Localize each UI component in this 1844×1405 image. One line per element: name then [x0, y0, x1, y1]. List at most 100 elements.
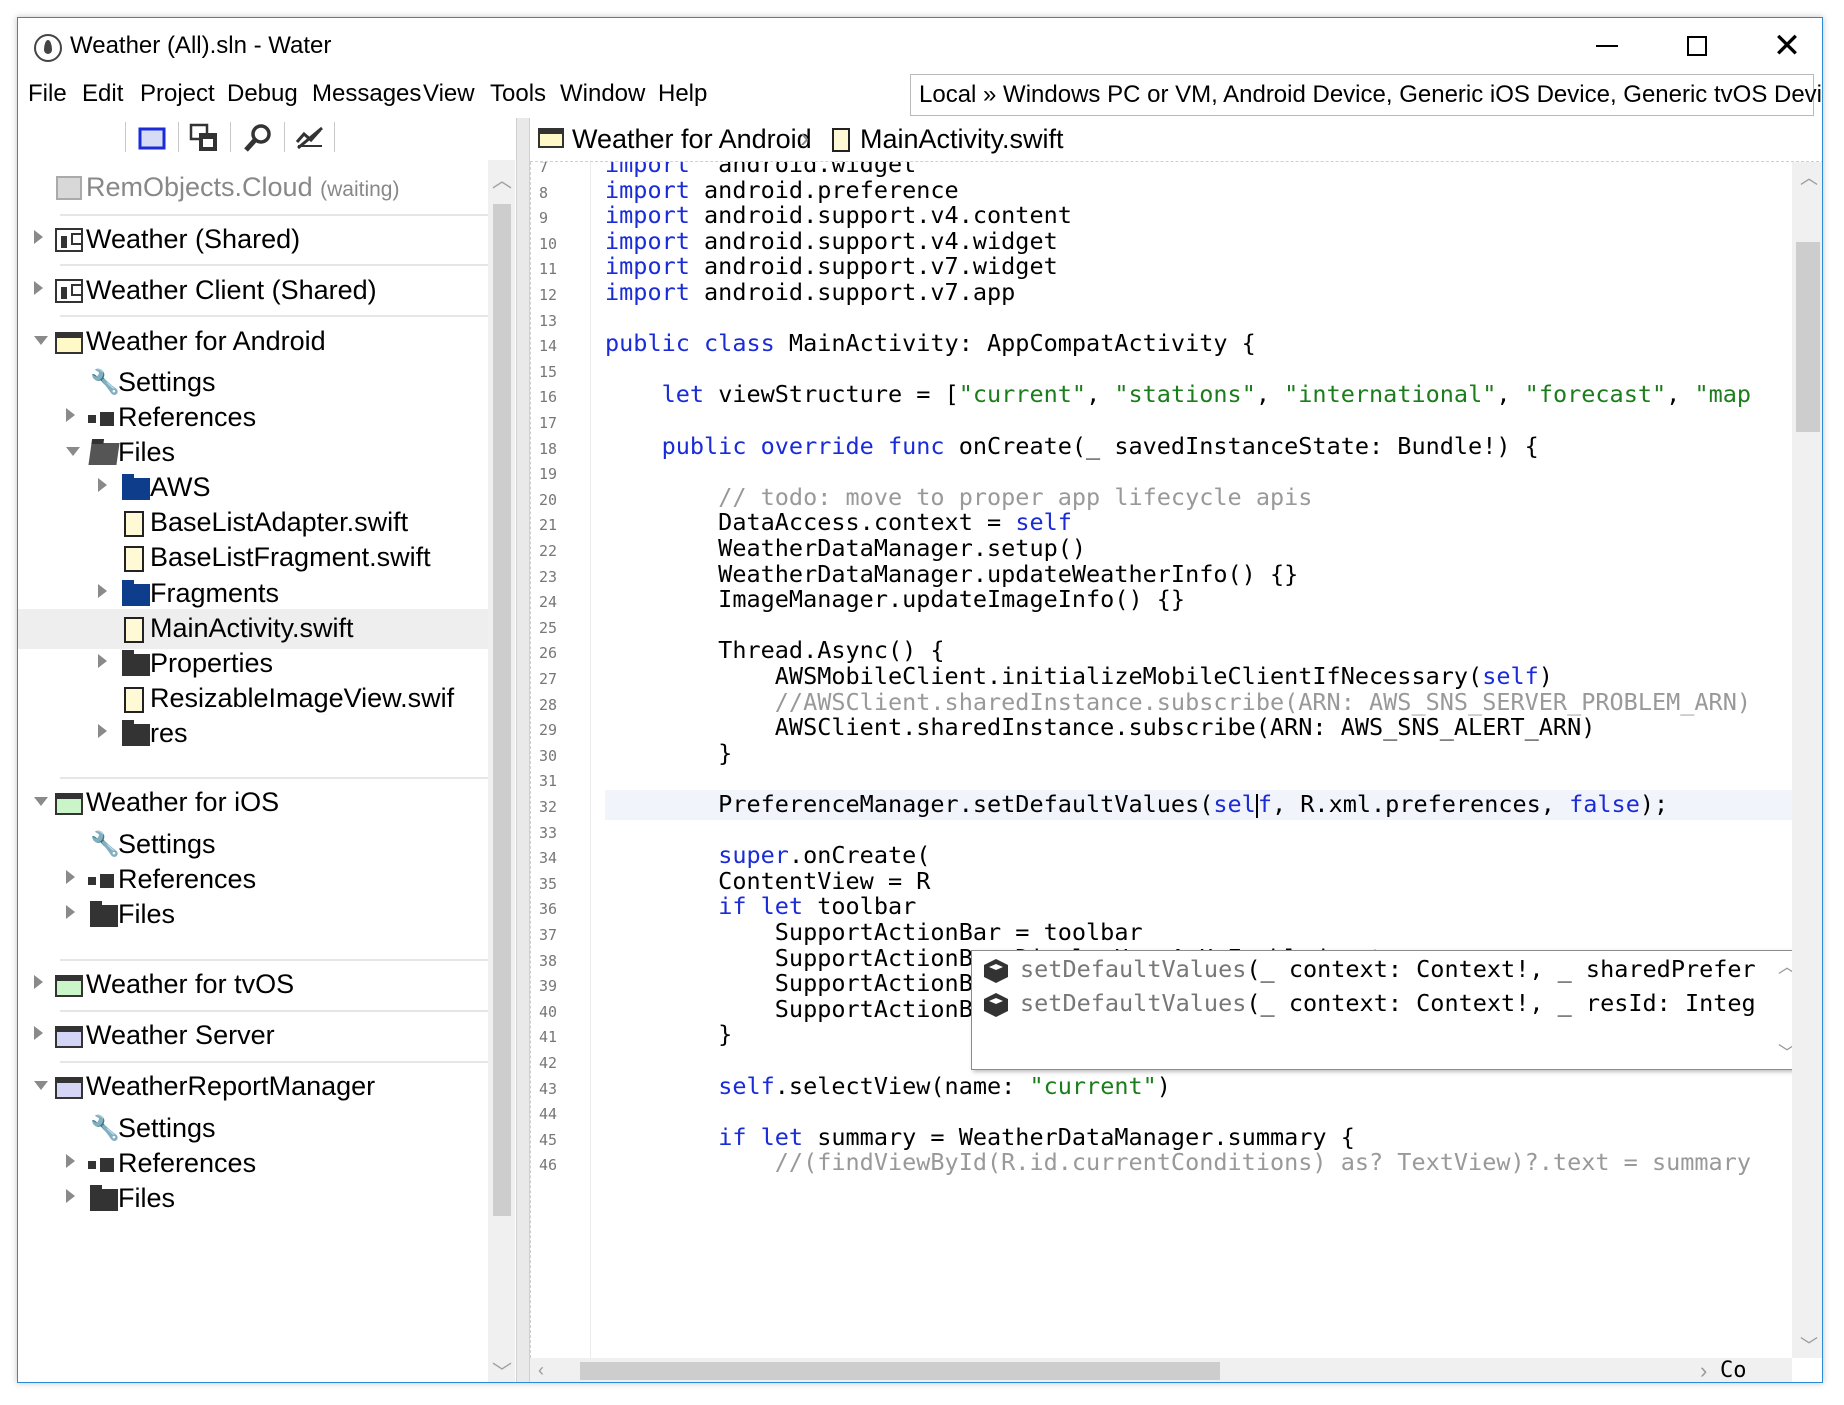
expand-arrow-icon[interactable]: [66, 870, 75, 884]
menu-tools[interactable]: Tools: [490, 80, 546, 108]
line-number: 19: [539, 465, 558, 484]
scroll-left-icon[interactable]: ‹: [538, 1360, 544, 1381]
tree-item-res[interactable]: res: [18, 714, 490, 754]
expand-arrow-icon[interactable]: [98, 654, 107, 668]
tree-item-file[interactable]: ResizableImageView.swif: [18, 679, 490, 719]
tree-separator: [60, 777, 488, 779]
code-line[interactable]: //(findViewById(R.id.currentConditions) …: [605, 1148, 1805, 1178]
tree-item-aws[interactable]: AWS: [18, 468, 490, 508]
tree-item-settings[interactable]: 🔧 Settings: [18, 363, 490, 403]
tree-item-properties[interactable]: Properties: [18, 644, 490, 684]
tree-item-file[interactable]: BaseListAdapter.swift: [18, 503, 490, 543]
minimize-button[interactable]: [1562, 18, 1652, 74]
tree-item-weather-shared[interactable]: Weather (Shared): [18, 220, 490, 260]
expand-arrow-icon[interactable]: [66, 905, 75, 919]
tree-item-references[interactable]: References: [18, 1144, 490, 1184]
truncated-status-text: Co: [1720, 1358, 1747, 1383]
menu-messages[interactable]: Messages: [312, 80, 421, 108]
menu-window[interactable]: Window: [560, 80, 645, 108]
editor-hscroll-thumb[interactable]: [580, 1362, 1220, 1380]
editor-scroll-thumb[interactable]: [1796, 242, 1820, 432]
toolbar-separator: [125, 122, 126, 152]
menu-file[interactable]: File: [28, 80, 67, 108]
folder-icon: [122, 580, 150, 606]
breadcrumb-file[interactable]: MainActivity.swift: [860, 124, 1064, 155]
sidebar-scroll-thumb[interactable]: [493, 204, 511, 1216]
editor-vertical-scrollbar[interactable]: ︿ ﹀: [1792, 162, 1822, 1358]
expand-arrow-icon[interactable]: [34, 975, 43, 989]
tree-separator: [60, 959, 488, 961]
menu-debug[interactable]: Debug: [227, 80, 298, 108]
scroll-up-icon[interactable]: ︿: [492, 164, 512, 193]
tree-item-references[interactable]: References: [18, 860, 490, 900]
code-keyword: false: [1569, 790, 1640, 818]
tree-label: Weather Client (Shared): [86, 275, 377, 305]
tree-item-file[interactable]: BaseListFragment.swift: [18, 538, 490, 578]
expand-arrow-icon[interactable]: [66, 408, 75, 422]
scroll-up-icon[interactable]: ︿: [1800, 164, 1818, 190]
split-view-button[interactable]: [188, 122, 220, 154]
tree-item-weather-server[interactable]: Weather Server: [18, 1016, 490, 1056]
code-text: );: [1639, 790, 1669, 818]
code-string: "map: [1694, 380, 1752, 409]
menu-help[interactable]: Help: [658, 80, 707, 108]
open-folder-icon: [88, 443, 120, 465]
maximize-button[interactable]: [1652, 18, 1742, 74]
menu-edit[interactable]: Edit: [82, 80, 123, 108]
tree-item-files[interactable]: Files: [18, 895, 490, 935]
collapse-arrow-icon[interactable]: [34, 1081, 48, 1090]
line-number: 39: [539, 977, 558, 996]
expand-arrow-icon[interactable]: [66, 1154, 75, 1168]
expand-arrow-icon[interactable]: [34, 230, 43, 244]
tree-item-files[interactable]: Files: [18, 433, 490, 473]
expand-arrow-icon[interactable]: [98, 724, 107, 738]
tree-item-weather-android[interactable]: Weather for Android: [18, 322, 490, 362]
tree-item-references[interactable]: References: [18, 398, 490, 438]
tree-item-files[interactable]: Files: [18, 1179, 490, 1219]
expand-arrow-icon[interactable]: [98, 584, 107, 598]
code-keyword: import: [605, 201, 690, 230]
tree-label: References: [118, 402, 257, 432]
tree-item-weather-tvos[interactable]: Weather for tvOS: [18, 965, 490, 1005]
tree-item-fragments[interactable]: Fragments: [18, 574, 490, 614]
expand-arrow-icon[interactable]: [98, 478, 107, 492]
code-editor[interactable]: 7 8 9 10 11 12 13 14 15 16 17 18 19 20 21 22 23 24 25 26 27 2…: [530, 162, 1822, 1358]
code-comment: //AWSClient.sharedInstance.subscribe(ARN…: [774, 687, 1752, 716]
tree-label: AWS: [150, 472, 211, 502]
pane-splitter[interactable]: [516, 118, 530, 1382]
collapse-arrow-icon[interactable]: [34, 336, 48, 345]
split-view-icon: [189, 123, 217, 151]
expand-arrow-icon[interactable]: [34, 1026, 43, 1040]
tree-item-weather-client-shared[interactable]: Weather Client (Shared): [18, 271, 490, 311]
completion-item[interactable]: setDefaultValues(_ context: Context!, _ …: [972, 985, 1772, 1025]
code-area[interactable]: import android.widget import android.pref…: [591, 162, 1815, 1358]
sidebar-scrollbar[interactable]: ︿ ﹀: [488, 160, 515, 1382]
tree-item-mainactivity-selected[interactable]: MainActivity.swift: [18, 609, 490, 649]
collapse-arrow-icon[interactable]: [66, 447, 80, 456]
tree-item-weather-ios[interactable]: Weather for iOS: [18, 783, 490, 823]
compare-button[interactable]: [294, 122, 326, 154]
editor-horizontal-scrollbar[interactable]: ‹ › Co: [530, 1358, 1792, 1383]
line-number-gutter: 7 8 9 10 11 12 13 14 15 16 17 18 19 20 21 22 23 24 25 26 27 2…: [531, 162, 591, 1358]
code-text: }: [605, 1020, 733, 1049]
solution-view-button[interactable]: [136, 122, 168, 154]
expand-arrow-icon[interactable]: [34, 281, 43, 295]
close-button[interactable]: ✕: [1742, 18, 1822, 74]
tree-item-settings[interactable]: 🔧 Settings: [18, 825, 490, 865]
scroll-right-icon[interactable]: ›: [1700, 1358, 1707, 1382]
tree-item-settings[interactable]: 🔧 Settings: [18, 1109, 490, 1149]
expand-arrow-icon[interactable]: [66, 1189, 75, 1203]
breadcrumb-project[interactable]: Weather for Android: [572, 124, 812, 155]
code-text: WeatherDataManager.setup(): [605, 534, 1087, 562]
tree-item-cloud[interactable]: RemObjects.Cloud (waiting): [18, 168, 490, 208]
target-device-selector[interactable]: Local » Windows PC or VM, Android Device…: [910, 74, 1822, 116]
code-text: onCreate(_ savedInstanceState: Bundle!) …: [944, 431, 1539, 460]
menu-view[interactable]: View: [423, 80, 475, 108]
tree-item-weatherreportmanager[interactable]: WeatherReportManager: [18, 1067, 490, 1107]
find-button[interactable]: [242, 122, 274, 154]
scroll-down-icon[interactable]: ﹀: [492, 1356, 512, 1382]
menu-project[interactable]: Project: [140, 80, 215, 108]
scroll-down-icon[interactable]: ﹀: [1800, 1332, 1818, 1358]
collapse-arrow-icon[interactable]: [34, 797, 48, 806]
